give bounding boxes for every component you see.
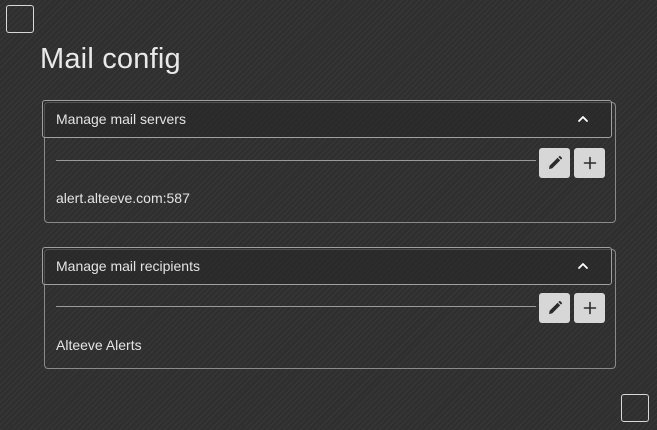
chevron-up-icon[interactable] [575, 111, 591, 127]
add-mail-server-button[interactable] [574, 148, 605, 178]
pencil-icon [548, 155, 562, 169]
mail-servers-divider [56, 160, 536, 161]
mail-servers-panel: Manage mail servers alert.alteeve.com:58… [42, 100, 616, 223]
mail-server-item[interactable]: alert.alteeve.com:587 [56, 190, 190, 206]
mail-recipients-divider [56, 306, 536, 307]
edit-mail-servers-button[interactable] [539, 148, 570, 178]
plus-icon [583, 301, 596, 315]
mail-recipients-panel: Manage mail recipients Alteeve Alerts [42, 247, 616, 369]
mail-recipients-header-label: Manage mail recipients [56, 258, 200, 274]
mail-servers-header-label: Manage mail servers [56, 111, 186, 127]
chevron-up-icon[interactable] [575, 258, 591, 274]
corner-box-bottom-right [621, 394, 649, 422]
pencil-icon [548, 300, 562, 314]
edit-mail-recipients-button[interactable] [539, 293, 570, 323]
add-mail-recipient-button[interactable] [574, 293, 605, 323]
mail-recipient-item[interactable]: Alteeve Alerts [56, 337, 142, 353]
plus-icon [583, 156, 596, 170]
mail-servers-panel-header[interactable]: Manage mail servers [42, 100, 612, 138]
page-title: Mail config [40, 43, 181, 75]
mail-recipients-panel-header[interactable]: Manage mail recipients [42, 247, 612, 285]
corner-box-top-left [6, 5, 34, 33]
